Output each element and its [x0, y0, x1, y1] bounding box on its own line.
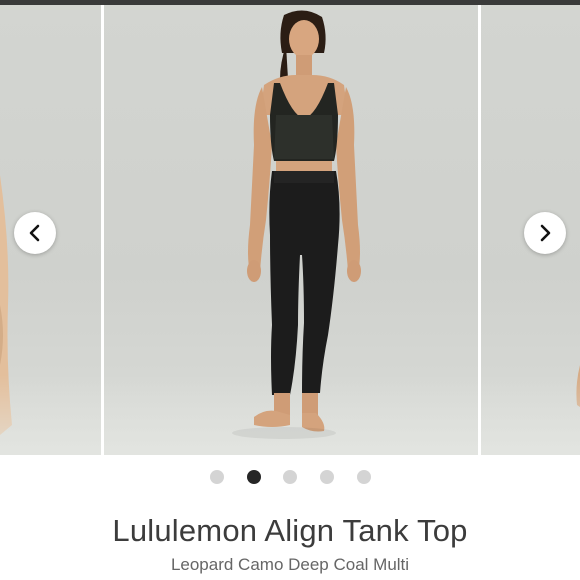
product-title: Lululemon Align Tank Top — [112, 513, 468, 548]
pagination-dot[interactable] — [357, 470, 371, 484]
carousel-pagination — [0, 470, 580, 484]
product-color-name: Leopard Camo Deep Coal Multi — [170, 555, 410, 574]
product-page: Lululemon Align Tank Top Leopard Camo De… — [0, 0, 580, 580]
carousel-prev-button[interactable] — [14, 212, 56, 254]
pagination-dot[interactable] — [210, 470, 224, 484]
chevron-left-icon — [29, 224, 40, 242]
chevron-right-icon — [540, 224, 551, 242]
image-carousel[interactable] — [0, 5, 580, 455]
carousel-slide-main[interactable] — [104, 5, 478, 455]
pagination-dot[interactable] — [283, 470, 297, 484]
carousel-next-button[interactable] — [524, 212, 566, 254]
pagination-dot-active[interactable] — [247, 470, 261, 484]
model-image — [232, 10, 361, 439]
pagination-dot[interactable] — [320, 470, 334, 484]
